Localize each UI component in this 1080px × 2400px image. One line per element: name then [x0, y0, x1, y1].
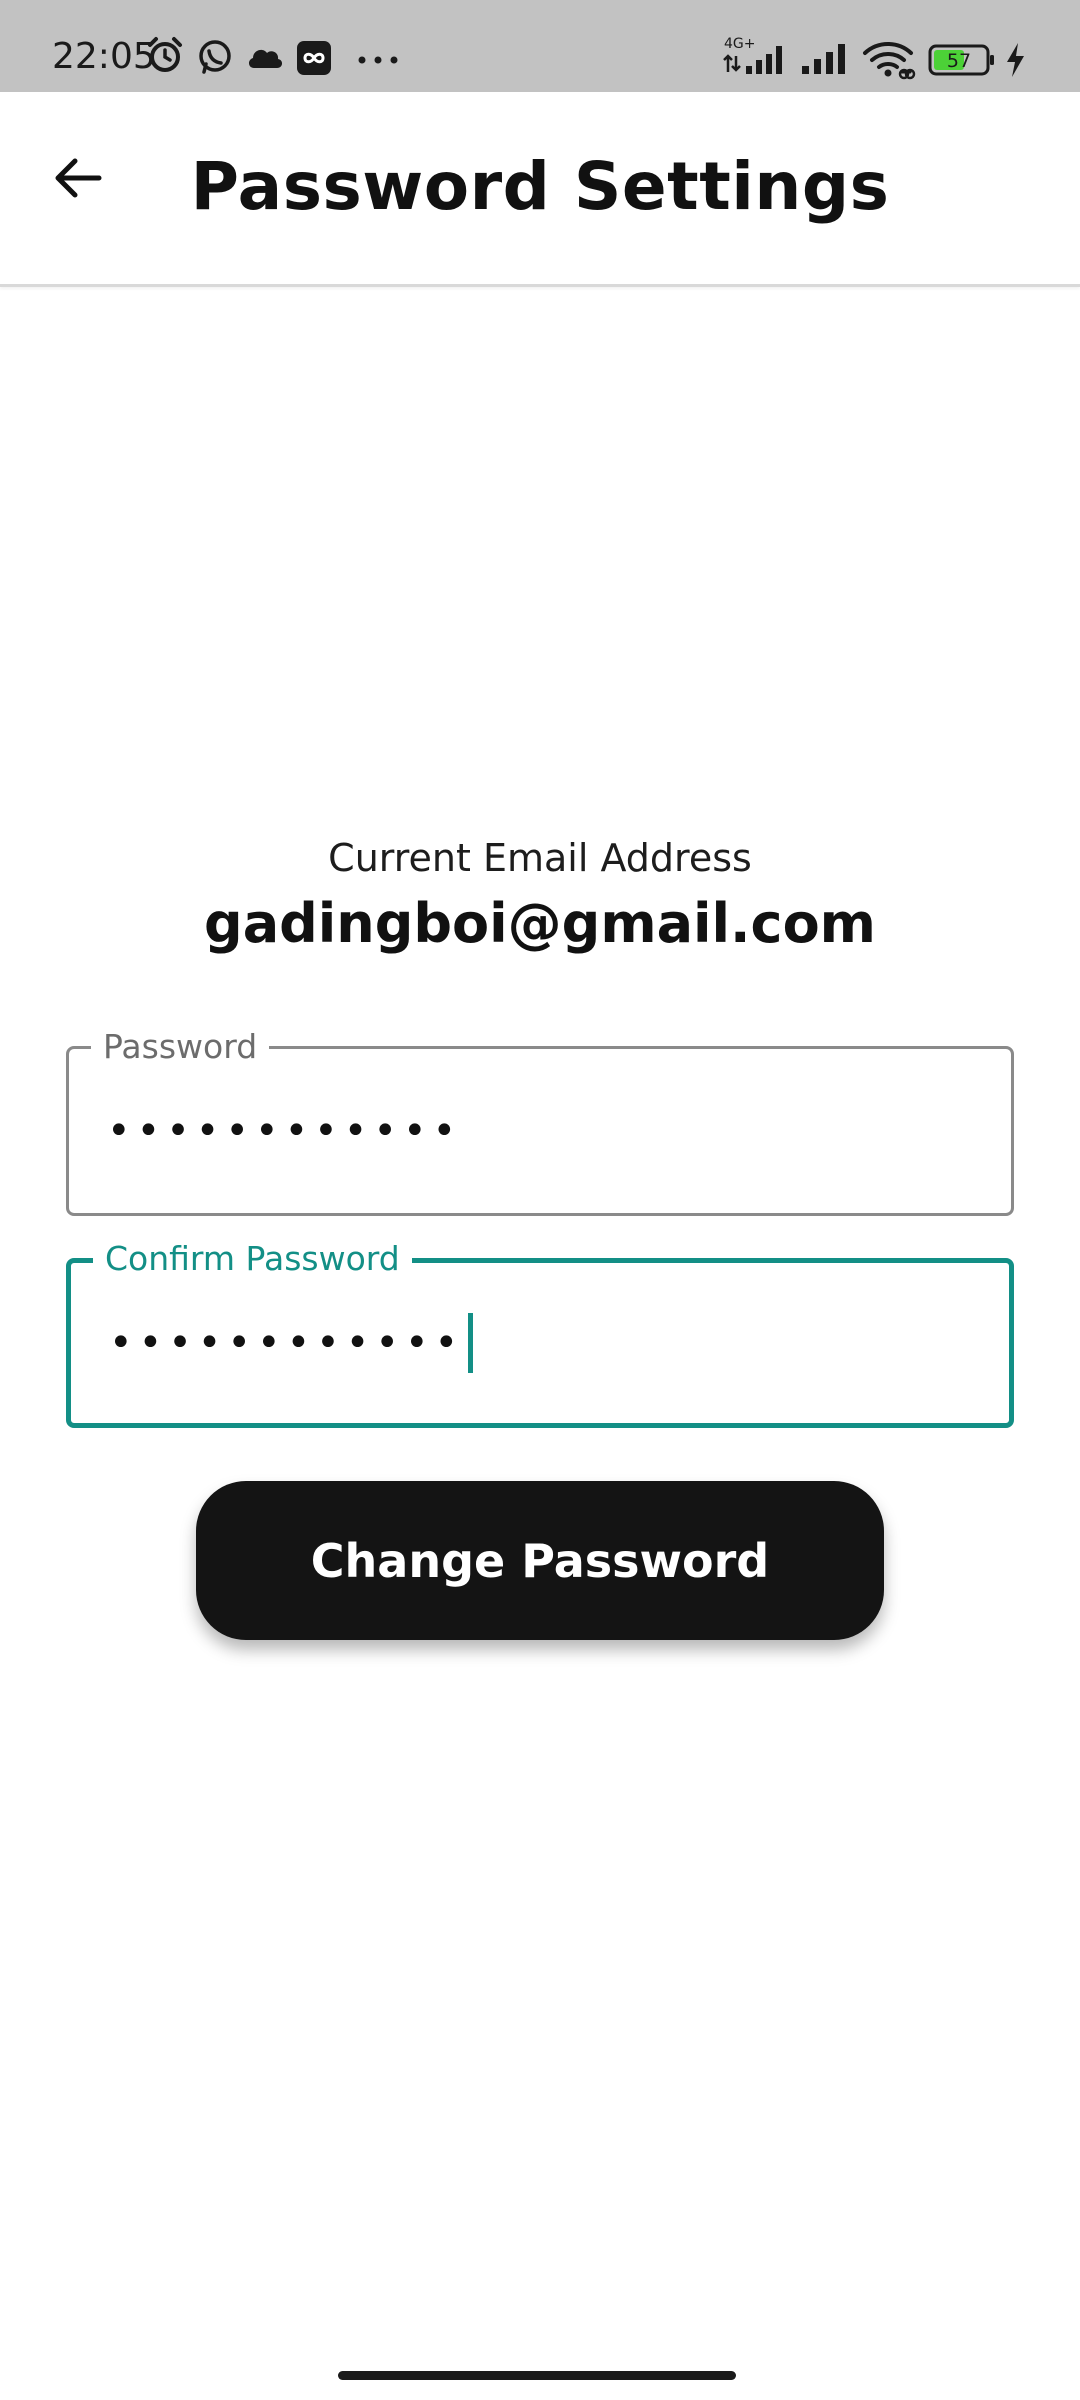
page-title: Password Settings [190, 148, 890, 225]
charging-icon [1004, 42, 1026, 86]
signal-4g-icon: 4G+ [722, 36, 790, 80]
home-indicator[interactable] [338, 2371, 736, 2380]
confirm-password-field[interactable]: Confirm Password •••••••••••• [66, 1239, 1014, 1428]
current-email: gadingboi@gmail.com [204, 892, 876, 955]
alarm-icon [146, 36, 184, 80]
whatsapp-icon [196, 38, 234, 82]
change-password-label: Change Password [310, 1533, 770, 1588]
signal-icon [800, 42, 852, 86]
password-input[interactable]: •••••••••••• [107, 1108, 462, 1154]
email-caption: Current Email Address [328, 836, 752, 880]
infinity-app-icon [296, 40, 332, 84]
app-bar: Password Settings [0, 92, 1080, 287]
confirm-password-value: •••••••••••• [109, 1320, 465, 1366]
password-settings-screen: 22:05 4G+ 57 Password Settings Current E… [0, 0, 1080, 2400]
password-field[interactable]: Password •••••••••••• [66, 1027, 1014, 1216]
confirm-password-label: Confirm Password [93, 1239, 412, 1279]
svg-text:4G+: 4G+ [724, 36, 756, 52]
wifi-icon [862, 40, 916, 84]
status-time: 22:05 [52, 36, 156, 77]
status-bar: 22:05 4G+ 57 [0, 0, 1080, 92]
battery-level: 57 [947, 50, 971, 72]
text-cursor [468, 1313, 474, 1373]
change-password-button[interactable]: Change Password [196, 1481, 884, 1640]
password-label: Password [91, 1027, 270, 1067]
cloud-icon [246, 44, 284, 88]
battery-icon: 57 [928, 44, 998, 88]
password-value: •••••••••••• [107, 1108, 463, 1154]
confirm-password-input[interactable]: •••••••••••• [109, 1313, 474, 1373]
